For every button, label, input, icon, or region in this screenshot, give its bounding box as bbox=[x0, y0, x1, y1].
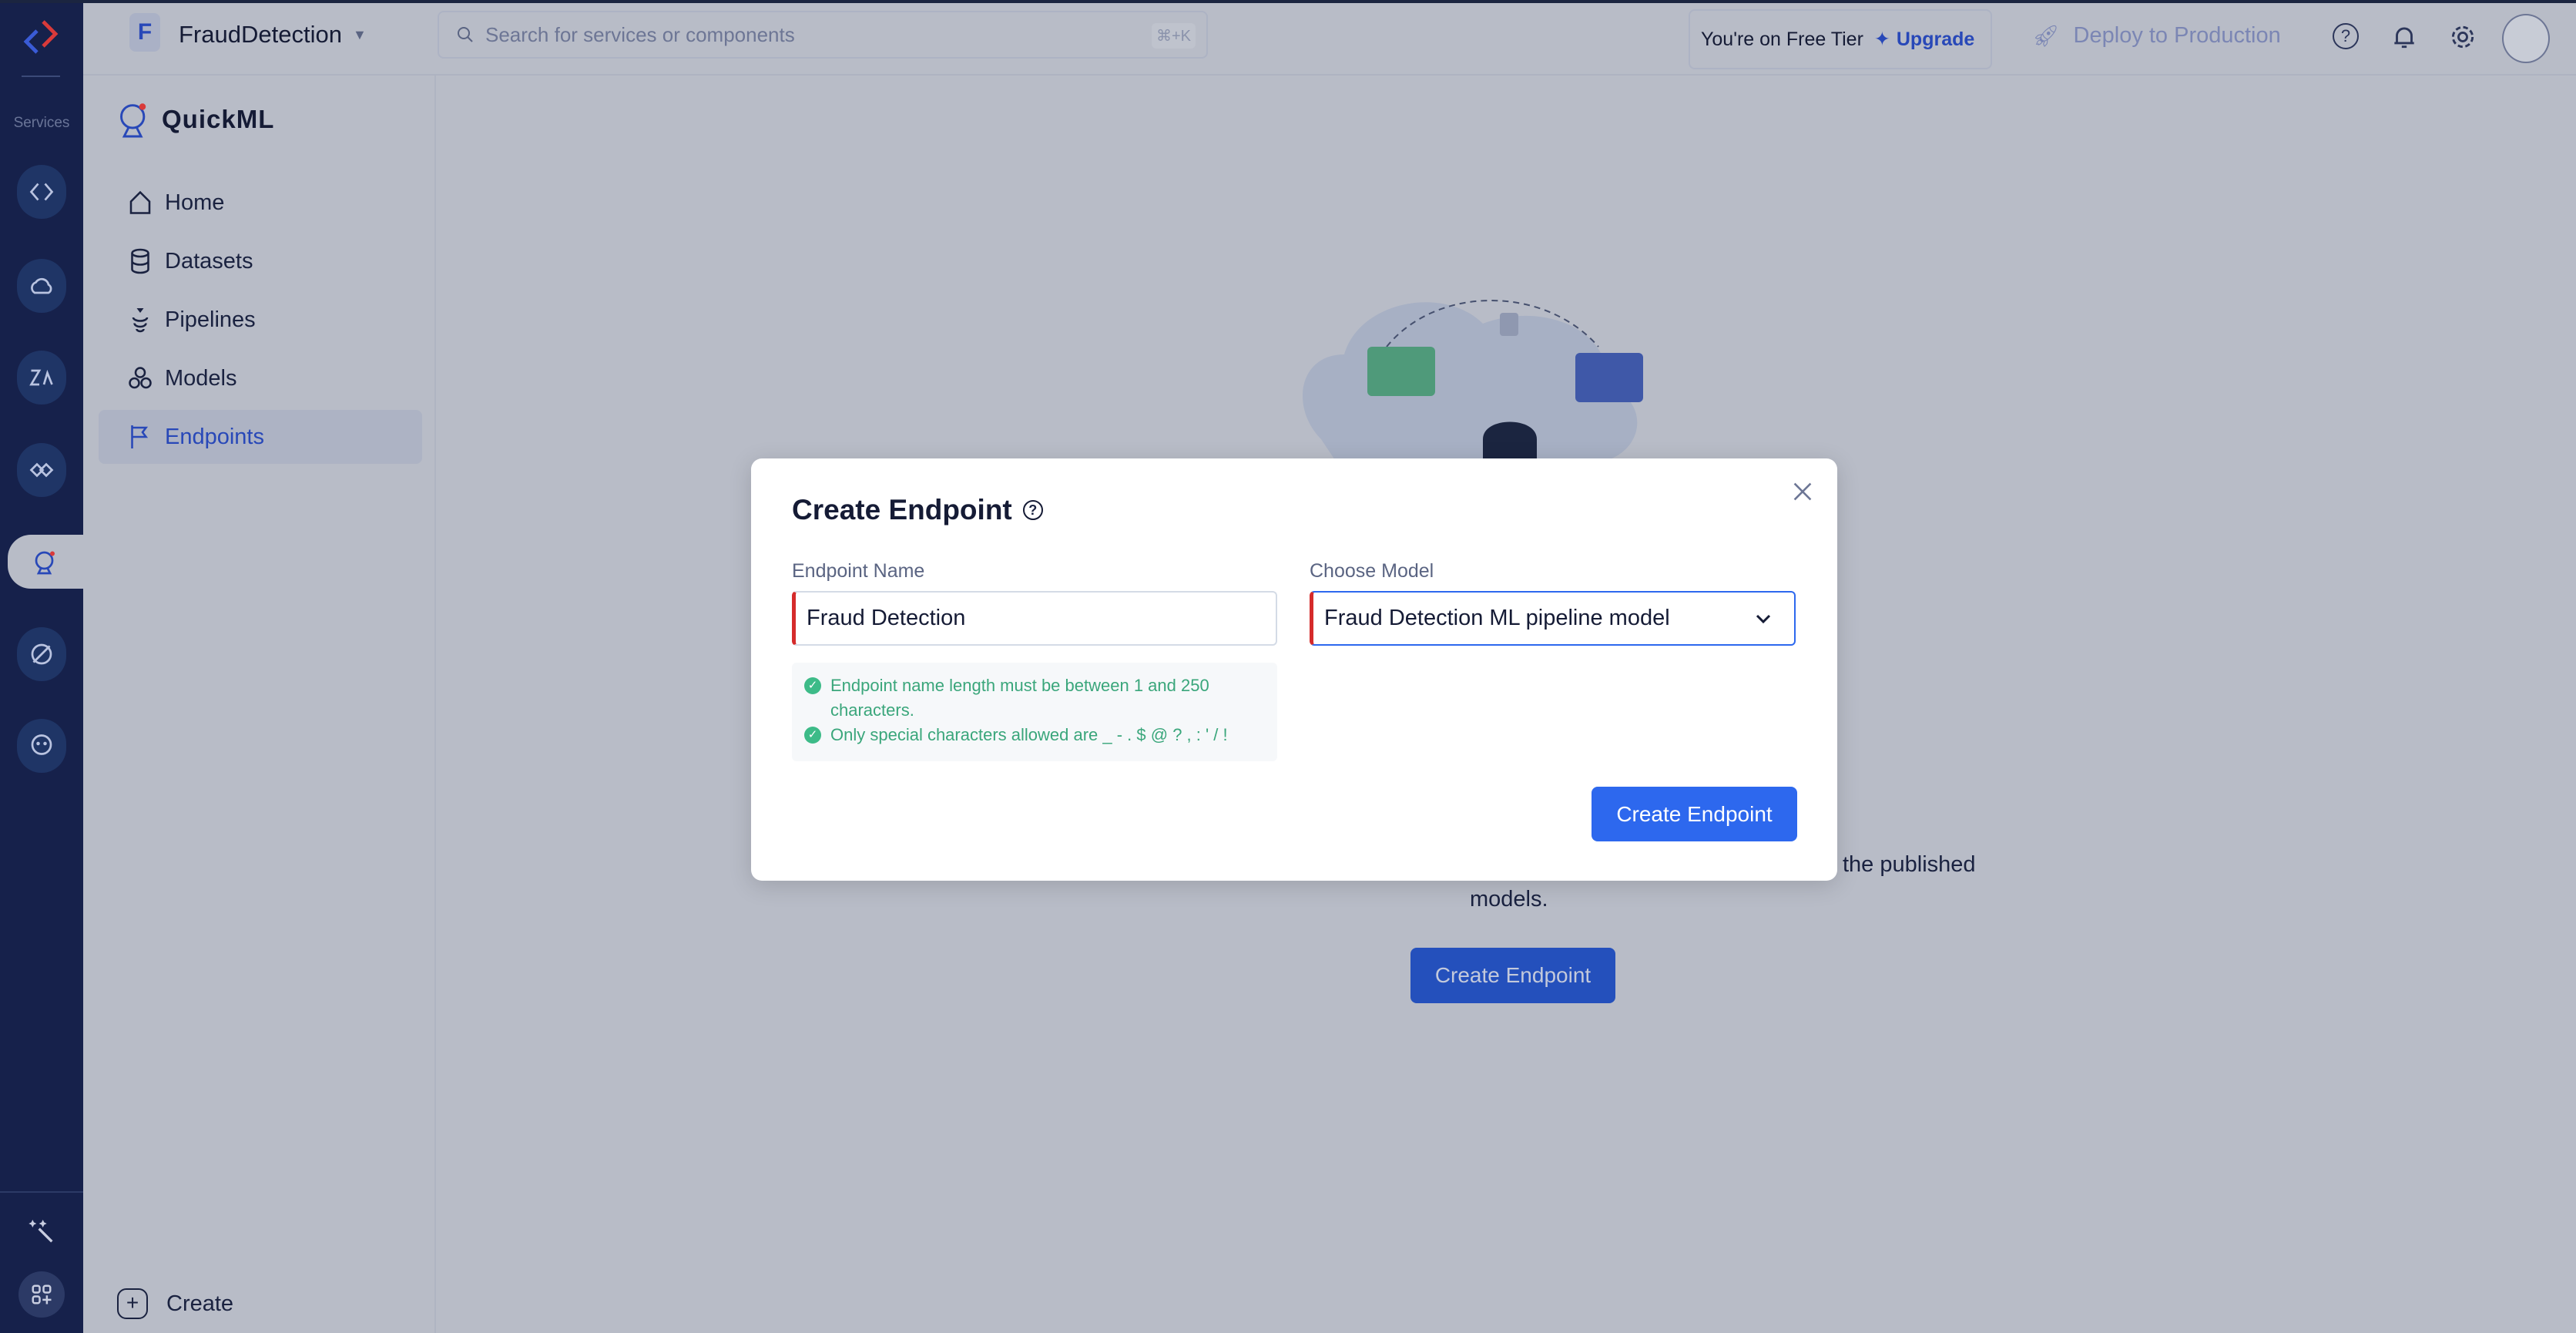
endpoint-name-input[interactable]: Fraud Detection bbox=[792, 591, 1277, 646]
rail-divider bbox=[0, 1191, 83, 1193]
sidebar-item-datasets[interactable]: Datasets bbox=[99, 234, 422, 288]
close-icon[interactable] bbox=[1793, 482, 1813, 502]
deploy-to-production-button[interactable]: 🚀︎ Deploy to Production bbox=[2032, 23, 2281, 49]
deploy-label: Deploy to Production bbox=[2073, 23, 2281, 48]
cloud-icon bbox=[31, 277, 52, 294]
app-name: QuickML bbox=[162, 105, 275, 133]
help-icon[interactable]: ? bbox=[1022, 500, 1043, 520]
models-icon bbox=[129, 367, 152, 389]
rail-service-bot[interactable] bbox=[17, 719, 66, 773]
chevron-down-icon bbox=[1756, 614, 1771, 624]
quickml-icon bbox=[35, 551, 55, 575]
project-name: FraudDetection bbox=[179, 21, 342, 48]
calculator-icon bbox=[1500, 313, 1518, 336]
sidebar-item-home[interactable]: Home bbox=[99, 176, 422, 230]
create-endpoint-button-bg[interactable]: Create Endpoint bbox=[1410, 948, 1615, 1003]
check-circle-icon: ✓ bbox=[804, 727, 821, 744]
apps-button[interactable] bbox=[18, 1271, 65, 1318]
empty-state-description: the published bbox=[1843, 852, 1976, 877]
hint-item: ✓ Endpoint name length must be between 1 … bbox=[804, 673, 1265, 723]
create-label: Create bbox=[166, 1291, 234, 1316]
tier-text: You're on Free Tier bbox=[1701, 28, 1863, 50]
code-brackets-icon bbox=[29, 183, 54, 201]
hint-item: ✓ Only special characters allowed are _ -… bbox=[804, 723, 1265, 747]
nav-label: Datasets bbox=[165, 248, 253, 274]
dialog-title: Create Endpoint bbox=[792, 494, 1012, 525]
search-input[interactable]: Search for services or components ⌘+K bbox=[438, 11, 1208, 59]
bell-icon[interactable] bbox=[2390, 22, 2419, 52]
rail-service-zia[interactable] bbox=[17, 351, 66, 405]
help-icon[interactable]: ? bbox=[2333, 23, 2359, 49]
hint-text: Only special characters allowed are _ - … bbox=[830, 725, 1228, 744]
nav-label: Pipelines bbox=[165, 307, 256, 332]
create-endpoint-dialog: Create Endpoint ? Endpoint Name Fraud De… bbox=[751, 458, 1837, 881]
quickml-logo-icon bbox=[120, 103, 146, 138]
create-endpoint-submit-button[interactable]: Create Endpoint bbox=[1592, 787, 1797, 841]
search-shortcut: ⌘+K bbox=[1151, 23, 1196, 49]
endpoint-name-label: Endpoint Name bbox=[792, 560, 925, 582]
plus-icon: + bbox=[117, 1288, 148, 1319]
create-button[interactable]: + Create bbox=[117, 1288, 233, 1319]
sparkle-icon: ✦ bbox=[1873, 29, 1890, 50]
nav-label: Home bbox=[165, 190, 225, 215]
upgrade-link[interactable]: Upgrade bbox=[1897, 29, 1974, 51]
pipeline-icon bbox=[132, 308, 149, 333]
top-bar: F FraudDetection ▼ Search for services or… bbox=[83, 0, 2576, 76]
rail-service-cloud[interactable] bbox=[17, 259, 66, 313]
empty-state-description-line2: models. bbox=[1470, 887, 1548, 912]
orbit-icon bbox=[31, 643, 52, 665]
nav-label: Endpoints bbox=[165, 424, 264, 449]
services-label: Services bbox=[13, 115, 70, 131]
nav-label: Models bbox=[165, 365, 237, 391]
services-rail: Services bbox=[0, 0, 83, 1333]
folder-icon bbox=[1575, 353, 1643, 402]
bot-icon bbox=[31, 734, 52, 755]
caret-down-icon: ▼ bbox=[352, 26, 367, 42]
choose-model-select[interactable]: Fraud Detection ML pipeline model bbox=[1310, 591, 1796, 646]
magic-wand-icon[interactable] bbox=[26, 1216, 57, 1247]
rail-service-code[interactable] bbox=[17, 165, 66, 219]
rail-service-rocket[interactable] bbox=[17, 627, 66, 681]
catalyst-logo-icon bbox=[23, 20, 59, 54]
project-avatar: F bbox=[129, 13, 160, 52]
model-value: Fraud Detection ML pipeline model bbox=[1324, 606, 1670, 630]
rail-service-quickml[interactable] bbox=[8, 535, 83, 589]
search-placeholder: Search for services or components bbox=[485, 22, 795, 46]
user-avatar[interactable] bbox=[2502, 14, 2550, 63]
connect-icon bbox=[29, 462, 54, 478]
sidebar-item-pipelines[interactable]: Pipelines bbox=[99, 293, 422, 347]
dialog-header: Create Endpoint ? bbox=[792, 494, 1043, 526]
quickml-sidebar: QuickML Home Datasets Pipelines Models E… bbox=[83, 76, 436, 1333]
folder-icon bbox=[1367, 347, 1435, 396]
add-apps-icon bbox=[32, 1284, 52, 1304]
tier-banner: You're on Free Tier ✦ Upgrade bbox=[1689, 9, 1992, 69]
hint-text: Endpoint name length must be between 1 a… bbox=[830, 676, 1209, 720]
home-icon bbox=[129, 190, 151, 214]
empty-state-illustration bbox=[1290, 285, 1695, 470]
endpoint-name-value: Fraud Detection bbox=[807, 606, 966, 630]
search-icon bbox=[458, 27, 473, 42]
rail-divider bbox=[22, 76, 60, 77]
check-circle-icon: ✓ bbox=[804, 677, 821, 694]
app-header: QuickML bbox=[117, 100, 274, 139]
choose-model-label: Choose Model bbox=[1310, 560, 1434, 582]
rocket-icon: 🚀︎ bbox=[2032, 24, 2060, 48]
flag-icon bbox=[131, 425, 149, 448]
sidebar-item-endpoints[interactable]: Endpoints bbox=[99, 410, 422, 464]
database-icon bbox=[131, 248, 149, 274]
gear-icon[interactable] bbox=[2448, 22, 2477, 52]
rail-service-connect[interactable] bbox=[17, 443, 66, 497]
sidebar-item-models[interactable]: Models bbox=[99, 351, 422, 405]
zia-icon bbox=[29, 369, 53, 386]
project-switcher[interactable]: FraudDetection ▼ bbox=[179, 21, 367, 49]
validation-hints: ✓ Endpoint name length must be between 1 … bbox=[792, 663, 1277, 761]
